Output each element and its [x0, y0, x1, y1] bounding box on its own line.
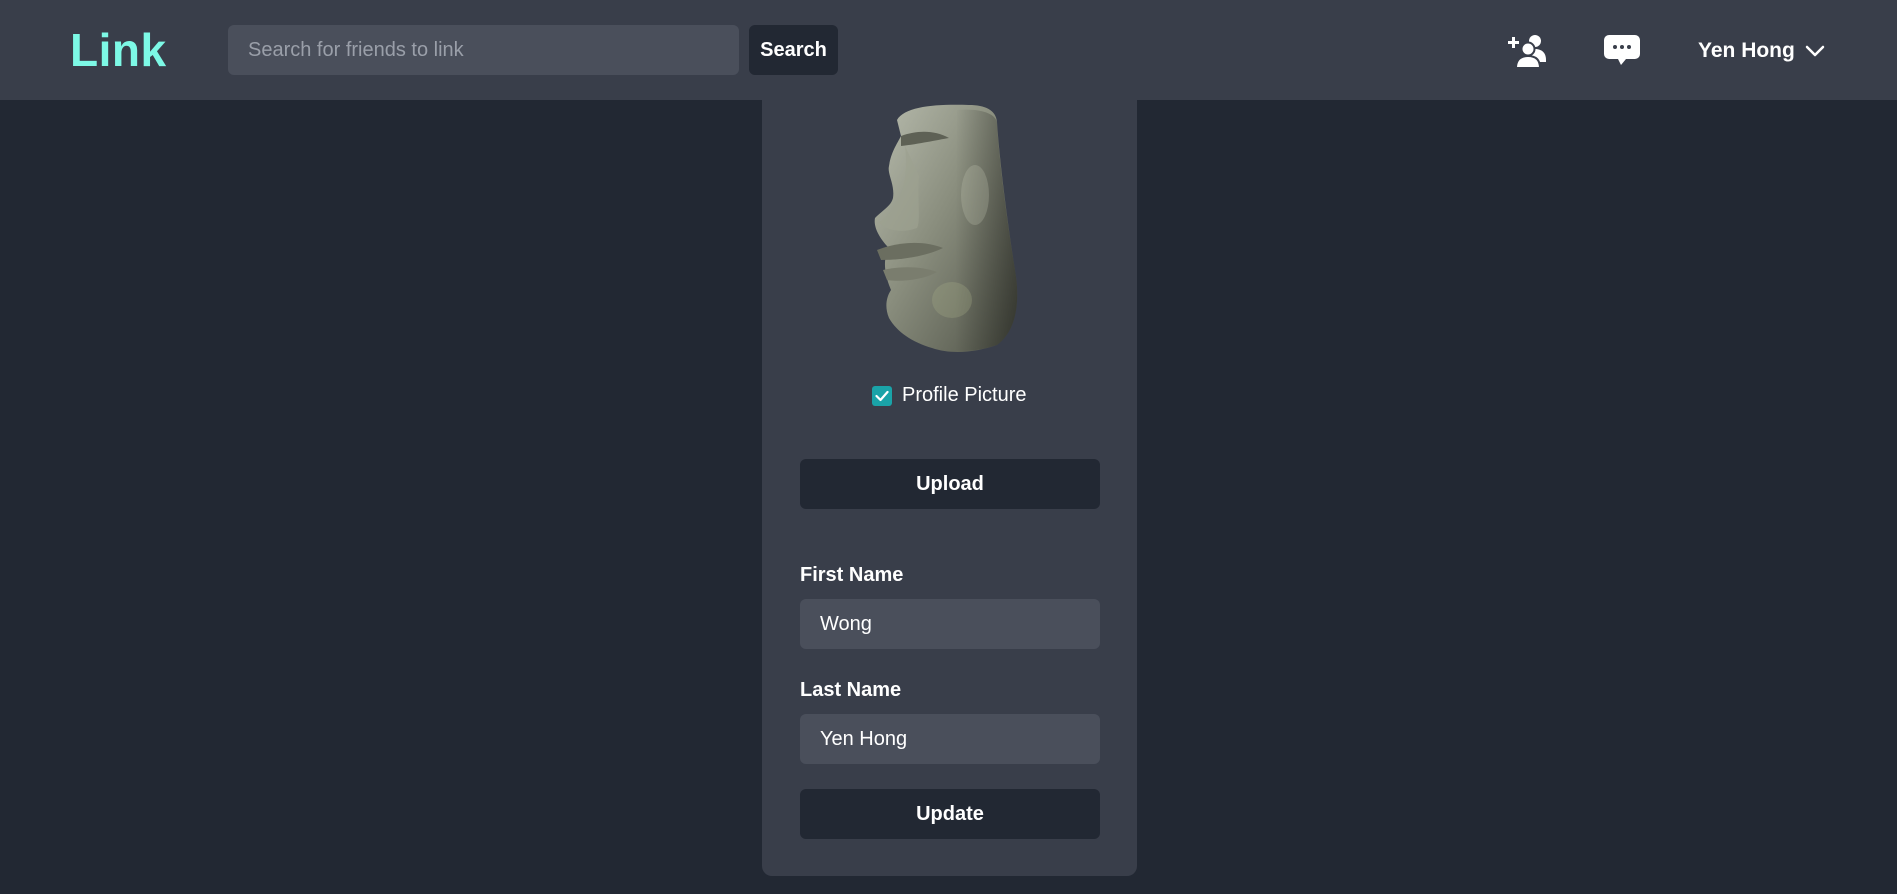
top-navbar: Link Search Yen Hong	[0, 0, 1897, 100]
last-name-input[interactable]	[800, 714, 1100, 764]
first-name-input[interactable]	[800, 599, 1100, 649]
profile-avatar-image	[874, 104, 1018, 352]
profile-picture-checkbox[interactable]	[872, 385, 892, 406]
messages-icon[interactable]	[1602, 30, 1642, 70]
first-name-label: First Name	[800, 564, 904, 586]
brand-logo[interactable]: Link	[70, 22, 167, 78]
profile-picture-option[interactable]: Profile Picture	[872, 384, 1027, 407]
user-name: Yen Hong	[1698, 39, 1795, 62]
chevron-down-icon	[1805, 45, 1825, 57]
search-input[interactable]	[228, 25, 739, 75]
add-friend-icon[interactable]	[1508, 30, 1548, 70]
checkmark-icon	[875, 390, 889, 401]
update-button[interactable]: Update	[800, 789, 1100, 839]
profile-card: Profile Picture Upload First Name Last N…	[762, 100, 1137, 876]
user-menu[interactable]: Yen Hong	[1698, 34, 1825, 68]
profile-picture-label[interactable]: Profile Picture	[902, 384, 1027, 407]
last-name-label: Last Name	[800, 679, 902, 701]
search-button[interactable]: Search	[749, 25, 838, 75]
upload-button[interactable]: Upload	[800, 459, 1100, 509]
